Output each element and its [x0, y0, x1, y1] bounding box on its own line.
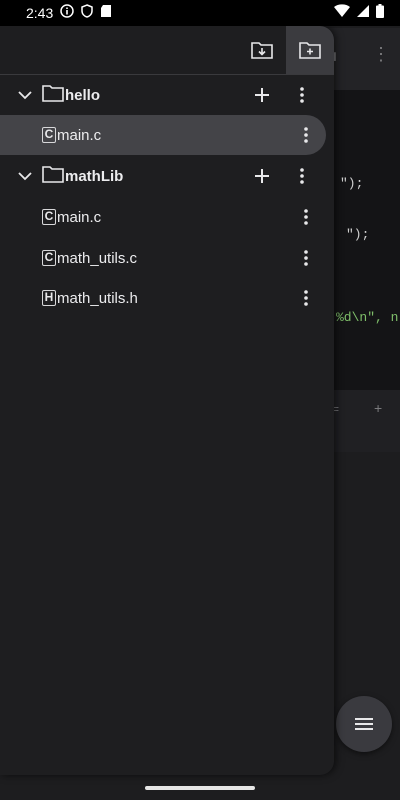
more-vert-icon	[304, 290, 308, 306]
code-line: %d\n", n	[336, 310, 399, 325]
code-line: ");	[340, 176, 364, 191]
plus-icon	[255, 88, 269, 102]
folder-row-hello[interactable]: hello	[0, 75, 334, 115]
more-vert-icon	[304, 209, 308, 225]
status-bar: 2:43	[0, 0, 400, 26]
gesture-nav-handle[interactable]	[145, 786, 255, 790]
wifi-icon	[334, 4, 350, 17]
add-file-button[interactable]	[250, 83, 274, 107]
status-time: 2:43	[26, 5, 54, 21]
file-label: math_utils.c	[57, 249, 138, 267]
overflow-menu-icon[interactable]: ⋮	[372, 44, 390, 65]
chevron-down-icon[interactable]	[16, 167, 34, 185]
import-folder-button[interactable]	[238, 26, 286, 74]
new-folder-button[interactable]	[286, 26, 334, 74]
folder-icon	[42, 84, 64, 107]
file-label: main.c	[57, 126, 102, 144]
file-label: math_utils.h	[57, 289, 138, 307]
file-row-main-c[interactable]: C main.c	[0, 197, 334, 237]
file-more-button[interactable]	[300, 205, 312, 229]
signal-icon	[357, 5, 369, 17]
h-file-icon: H	[42, 290, 56, 306]
code-line: ");	[346, 227, 370, 242]
shield-icon	[81, 4, 93, 18]
folder-icon	[42, 165, 64, 188]
c-file-icon: C	[42, 209, 56, 225]
file-label: main.c	[57, 208, 102, 226]
menu-icon	[355, 718, 373, 730]
file-more-button[interactable]	[300, 246, 312, 270]
file-explorer-drawer: hello C main.c mathLib C main.c C math_u…	[0, 26, 334, 775]
add-icon[interactable]: +	[374, 400, 382, 416]
c-file-icon: C	[42, 250, 56, 266]
new-folder-icon	[299, 42, 321, 59]
c-file-icon: C	[42, 127, 56, 143]
file-more-button[interactable]	[300, 286, 312, 310]
menu-fab-button[interactable]	[336, 696, 392, 752]
battery-icon	[376, 4, 384, 18]
folder-download-icon	[251, 42, 273, 59]
more-vert-icon	[300, 168, 304, 184]
add-file-button[interactable]	[250, 164, 274, 188]
more-vert-icon	[304, 127, 308, 143]
info-icon	[60, 4, 74, 18]
more-vert-icon	[304, 250, 308, 266]
file-more-button[interactable]	[300, 123, 312, 147]
file-row-main-c[interactable]: C main.c	[0, 115, 326, 155]
file-row-math-utils-h[interactable]: H math_utils.h	[0, 278, 334, 318]
sd-card-icon	[101, 5, 111, 17]
folder-row-mathlib[interactable]: mathLib	[0, 156, 334, 196]
chevron-down-icon[interactable]	[16, 86, 34, 104]
more-vert-icon	[300, 87, 304, 103]
folder-label: hello	[65, 86, 101, 104]
drawer-toolbar	[0, 26, 334, 74]
folder-more-button[interactable]	[296, 164, 308, 188]
folder-label: mathLib	[65, 167, 124, 185]
plus-icon	[255, 169, 269, 183]
folder-more-button[interactable]	[296, 83, 308, 107]
file-row-math-utils-c[interactable]: C math_utils.c	[0, 238, 334, 278]
